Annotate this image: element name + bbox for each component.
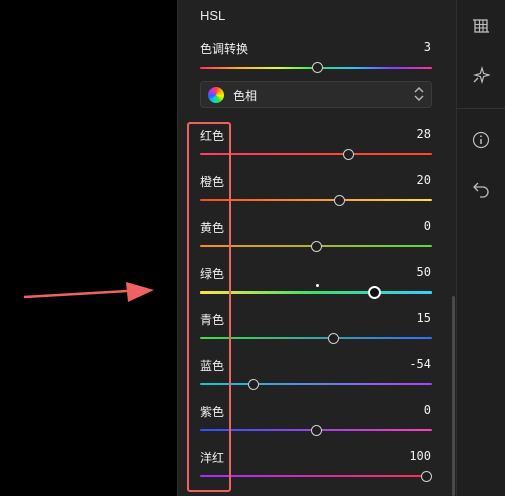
- magic-sparkle-icon[interactable]: [472, 66, 490, 84]
- hue-shift-label: 色调转换: [200, 42, 249, 56]
- annotation-highlight-box: [187, 122, 231, 492]
- channel-slider-thumb-orange[interactable]: [333, 194, 345, 206]
- slider-default-marker: [316, 284, 319, 287]
- channel-slider-track-blue[interactable]: [200, 383, 432, 385]
- channel-slider-thumb-magenta[interactable]: [421, 470, 432, 482]
- channel-value-aqua[interactable]: 15: [417, 311, 431, 325]
- panel-title: HSL: [200, 8, 226, 23]
- hue-shift-slider-thumb[interactable]: [312, 62, 323, 73]
- channel-value-yellow[interactable]: 0: [424, 219, 431, 233]
- channel-slider-track-magenta[interactable]: [200, 475, 432, 477]
- channel-value-magenta[interactable]: 100: [409, 449, 431, 463]
- channel-slider-track-aqua[interactable]: [200, 337, 432, 339]
- channel-slider-track-red[interactable]: [200, 153, 432, 155]
- channel-slider-thumb-green[interactable]: [367, 285, 381, 299]
- channel-slider-track-orange[interactable]: [200, 199, 432, 201]
- hue-shift-value[interactable]: 3: [424, 40, 431, 54]
- scrollbar-thumb[interactable]: [452, 296, 455, 496]
- channel-value-red[interactable]: 28: [417, 127, 431, 141]
- channel-slider-track-green[interactable]: [200, 291, 432, 294]
- channel-select[interactable]: 色相: [200, 81, 432, 108]
- toolbar-divider: [456, 108, 505, 109]
- annotation-arrow: [23, 282, 154, 302]
- chevron-up-down-icon: [414, 87, 424, 101]
- channel-slider-thumb-aqua[interactable]: [327, 332, 339, 344]
- undo-icon[interactable]: [472, 180, 490, 198]
- channel-select-label: 色相: [233, 89, 258, 103]
- channel-slider-thumb-blue[interactable]: [247, 378, 259, 390]
- canvas-area: [0, 0, 177, 496]
- channel-value-blue[interactable]: -54: [409, 357, 431, 371]
- crop-grid-icon[interactable]: [472, 17, 490, 35]
- channel-value-purple[interactable]: 0: [424, 403, 431, 417]
- channel-slider-thumb-purple[interactable]: [310, 424, 322, 436]
- channel-value-orange[interactable]: 20: [417, 173, 431, 187]
- channel-value-green[interactable]: 50: [417, 265, 431, 279]
- channel-slider-thumb-red[interactable]: [342, 148, 354, 160]
- channel-slider-thumb-yellow[interactable]: [310, 240, 322, 252]
- info-icon[interactable]: [472, 131, 490, 149]
- color-wheel-icon: [208, 87, 224, 103]
